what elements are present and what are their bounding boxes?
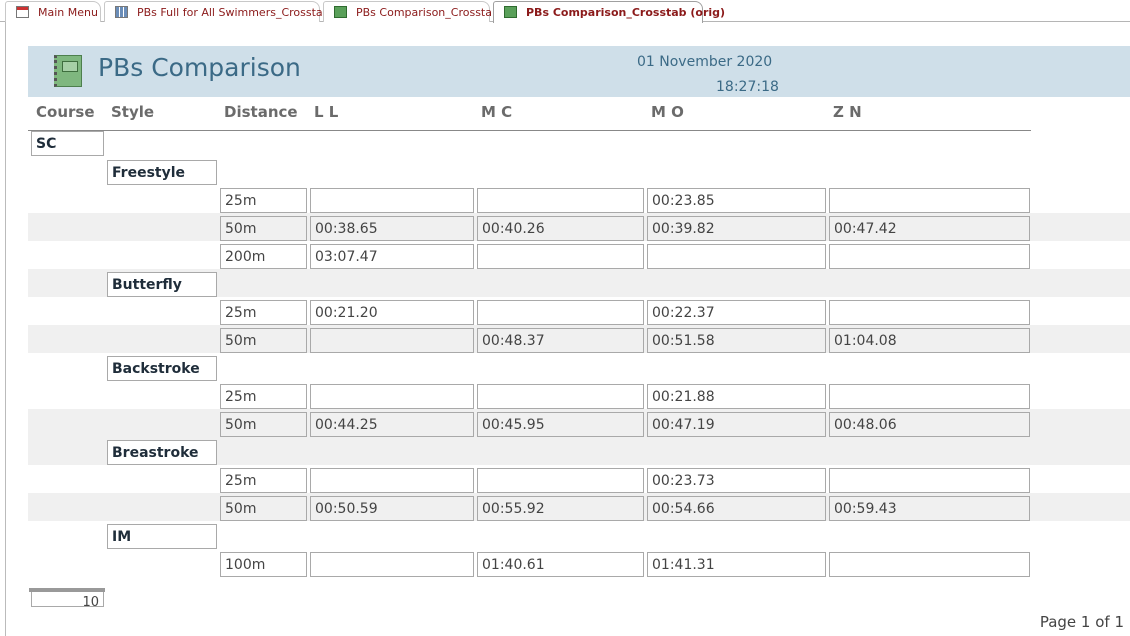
page-number: Page 1 of 1 [1039, 613, 1124, 631]
time-cell [310, 468, 474, 493]
time-cell: 01:41.31 [647, 552, 826, 577]
style-label: Breastroke [107, 440, 217, 465]
tab-3[interactable]: PBs Comparison_Crosstab (orig) [493, 1, 725, 23]
tab-2[interactable]: PBs Comparison_Crosstab [323, 1, 499, 22]
form-icon [16, 6, 29, 18]
distance-cell: 25m [220, 188, 307, 213]
time-cell [477, 468, 644, 493]
time-cell: 00:48.37 [477, 328, 644, 353]
style-label: IM [107, 524, 217, 549]
header-course: Course [36, 103, 95, 121]
time-cell [829, 468, 1030, 493]
distance-cell: 100m [220, 552, 307, 577]
time-cell: 00:44.25 [310, 412, 474, 437]
report-icon [334, 6, 347, 18]
time-cell: 00:40.26 [477, 216, 644, 241]
time-cell: 01:40.61 [477, 552, 644, 577]
time-cell [477, 384, 644, 409]
header-divider [28, 130, 1031, 131]
time-cell: 03:07.47 [310, 244, 474, 269]
distance-cell: 25m [220, 468, 307, 493]
time-cell: 00:23.73 [647, 468, 826, 493]
time-cell [310, 384, 474, 409]
report-icon [54, 55, 82, 87]
time-cell [647, 244, 826, 269]
time-cell: 00:22.37 [647, 300, 826, 325]
tab-label: PBs Comparison_Crosstab (orig) [526, 6, 726, 19]
report-icon [504, 6, 517, 18]
distance-cell: 50m [220, 216, 307, 241]
time-cell [310, 552, 474, 577]
time-cell: 00:54.66 [647, 496, 826, 521]
header-style: Style [111, 103, 155, 121]
time-cell: 00:59.43 [829, 496, 1030, 521]
time-cell: 00:47.42 [829, 216, 1030, 241]
time-cell [310, 188, 474, 213]
time-cell [829, 384, 1030, 409]
time-cell: 00:39.82 [647, 216, 826, 241]
window-border [5, 22, 6, 636]
style-label: Freestyle [107, 160, 217, 185]
header-swimmer-zn: Z N [833, 103, 862, 121]
document-tabs: Main Menu PBs Full for All Swimmers_Cross… [0, 0, 1130, 23]
time-cell: 01:04.08 [829, 328, 1030, 353]
distance-cell: 25m [220, 384, 307, 409]
time-cell: 00:21.20 [310, 300, 474, 325]
style-label: Butterfly [107, 272, 217, 297]
header-distance: Distance [224, 103, 298, 121]
time-cell: 00:55.92 [477, 496, 644, 521]
distance-cell: 50m [220, 328, 307, 353]
distance-cell: 25m [220, 300, 307, 325]
report-date: 01 November 2020 [637, 54, 773, 70]
tab-label: PBs Full for All Swimmers_Crosstab [137, 6, 330, 19]
time-cell [477, 188, 644, 213]
time-cell: 00:21.88 [647, 384, 826, 409]
style-label: Backstroke [107, 356, 217, 381]
report-time: 18:27:18 [716, 79, 779, 95]
time-cell [310, 328, 474, 353]
tab-1[interactable]: PBs Full for All Swimmers_Crosstab [104, 1, 330, 22]
record-count: 10 [31, 592, 104, 607]
distance-cell: 50m [220, 496, 307, 521]
course-label: SC [31, 131, 104, 156]
time-cell [829, 552, 1030, 577]
time-cell: 00:50.59 [310, 496, 474, 521]
time-cell [829, 300, 1030, 325]
time-cell: 00:45.95 [477, 412, 644, 437]
distance-cell: 50m [220, 412, 307, 437]
header-swimmer-mc: M C [481, 103, 513, 121]
time-cell: 00:47.19 [647, 412, 826, 437]
time-cell [477, 244, 644, 269]
report-title: PBs Comparison [98, 53, 301, 82]
time-cell: 00:48.06 [829, 412, 1030, 437]
tab-label: PBs Comparison_Crosstab [356, 6, 499, 19]
time-cell [829, 244, 1030, 269]
time-cell [477, 300, 644, 325]
time-cell [829, 188, 1030, 213]
distance-cell: 200m [220, 244, 307, 269]
header-swimmer-mo: M O [651, 103, 684, 121]
tab-label: Main Menu [38, 6, 98, 19]
time-cell: 00:23.85 [647, 188, 826, 213]
time-cell: 00:51.58 [647, 328, 826, 353]
time-cell: 00:38.65 [310, 216, 474, 241]
header-swimmer-ll: L L [314, 103, 339, 121]
tab-0[interactable]: Main Menu [5, 1, 101, 22]
query-icon [115, 6, 128, 18]
